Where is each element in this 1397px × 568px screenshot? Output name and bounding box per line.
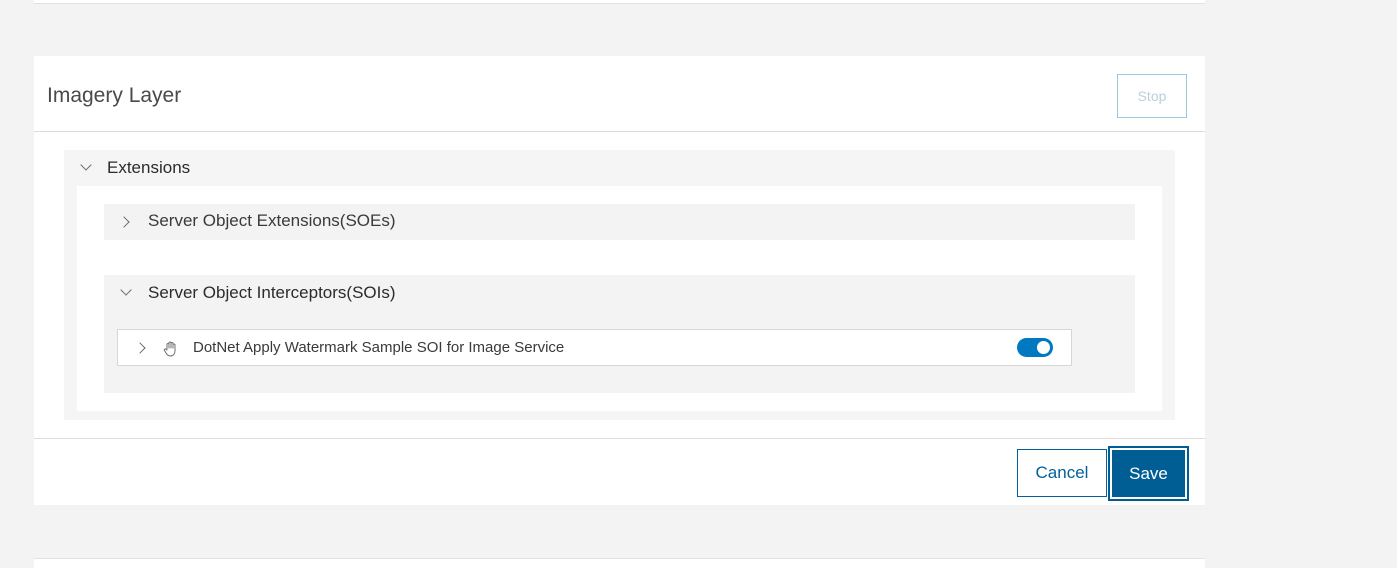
soi-enabled-toggle[interactable] [1017, 338, 1053, 357]
card-header: Imagery Layer Stop [34, 56, 1205, 132]
previous-card [34, 0, 1205, 4]
soi-list-item: DotNet Apply Watermark Sample SOI for Im… [117, 329, 1072, 366]
card-title: Imagery Layer [47, 84, 182, 107]
soe-section-header[interactable]: Server Object Extensions(SOEs) [104, 204, 1135, 240]
soi-section-header[interactable]: Server Object Interceptors(SOIs) [104, 275, 1135, 309]
stop-button[interactable]: Stop [1117, 74, 1187, 118]
chevron-right-icon[interactable] [134, 342, 146, 354]
chevron-down-icon[interactable] [80, 159, 92, 171]
extensions-body: Server Object Extensions(SOEs) Server Ob… [77, 186, 1162, 411]
cancel-button[interactable]: Cancel [1017, 449, 1107, 497]
toggle-knob [1037, 341, 1050, 354]
extensions-header[interactable]: Extensions [64, 150, 1175, 184]
chevron-right-icon[interactable] [118, 216, 130, 228]
next-card [34, 558, 1205, 568]
soi-item-label: DotNet Apply Watermark Sample SOI for Im… [193, 339, 565, 356]
chevron-down-icon[interactable] [120, 284, 132, 296]
save-button[interactable]: Save [1108, 446, 1189, 501]
soe-label: Server Object Extensions(SOEs) [148, 211, 396, 230]
soi-label: Server Object Interceptors(SOIs) [148, 283, 396, 302]
card-footer: Cancel Save [34, 438, 1205, 505]
soi-section: Server Object Interceptors(SOIs) DotNet … [104, 275, 1135, 393]
imagery-layer-card: Imagery Layer Stop Extensions Server Obj… [34, 56, 1205, 505]
extensions-panel: Extensions Server Object Extensions(SOEs… [64, 150, 1175, 420]
hand-icon[interactable] [163, 340, 179, 357]
extensions-label: Extensions [107, 158, 191, 177]
